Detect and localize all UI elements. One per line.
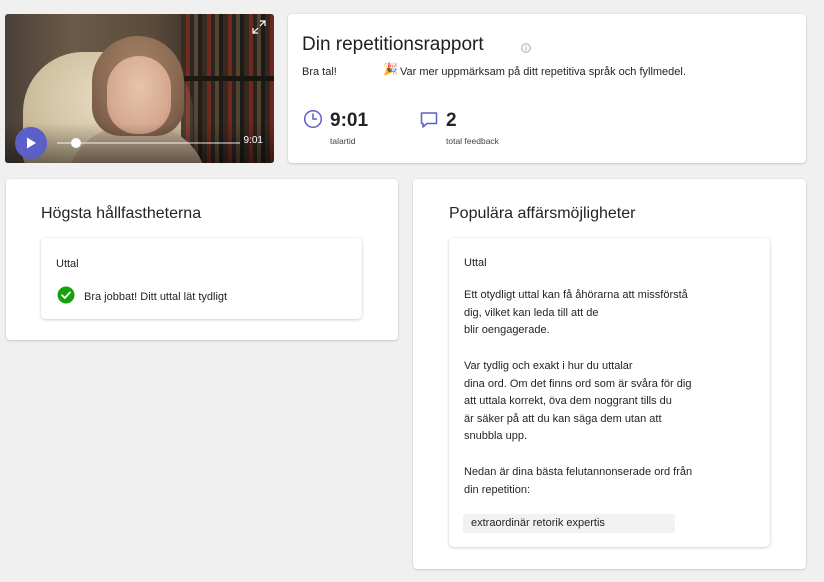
strength-item-text: Bra jobbat! Ditt uttal lät tydligt xyxy=(84,291,228,303)
speaking-time-value: 9:01 xyxy=(330,110,369,131)
speaking-time-label: talartid xyxy=(330,136,356,146)
opportunity-paragraph-2: Var tydlig och exakt i hur du uttalar di… xyxy=(464,360,692,442)
report-card: Din repetitionsrapport Bra tal! 🎉 Var me… xyxy=(288,14,806,163)
opportunities-title: Populära affärsmöjligheter xyxy=(449,205,636,222)
clock-icon xyxy=(303,109,323,134)
party-popper-icon: 🎉 xyxy=(383,62,398,76)
mispronounced-words-chip: extraordinär retorik expertis xyxy=(463,514,675,533)
strengths-title: Högsta hållfastheterna xyxy=(41,205,202,222)
play-icon xyxy=(27,137,36,149)
page-title: Din repetitionsrapport xyxy=(302,34,484,55)
checkmark-circle-icon xyxy=(57,286,75,309)
opportunities-card: Populära affärsmöjligheter Uttal Ett oty… xyxy=(413,179,806,569)
praise-text: Bra tal! xyxy=(302,66,337,78)
strength-item-title: Uttal xyxy=(56,258,79,270)
expand-icon[interactable] xyxy=(252,20,266,39)
play-button[interactable] xyxy=(15,127,47,159)
feedback-count-value: 2 xyxy=(446,110,457,131)
mispronounced-word: extraordinär retorik expertis xyxy=(471,517,605,529)
video-scrubber-track[interactable] xyxy=(57,142,240,144)
opportunity-paragraph-3: Nedan är dina bästa felutannonserade ord… xyxy=(464,466,693,496)
opportunity-item-title: Uttal xyxy=(464,257,487,269)
feedback-count-label: total feedback xyxy=(446,136,499,146)
strength-item: Uttal Bra jobbat! Ditt uttal lät tydligt xyxy=(41,238,362,319)
info-icon[interactable] xyxy=(521,40,531,58)
strengths-card: Högsta hållfastheterna Uttal Bra jobbat!… xyxy=(6,179,398,340)
opportunity-paragraph-1: Ett otydligt uttal kan få åhörarna att m… xyxy=(464,289,688,336)
chat-bubble-icon xyxy=(419,110,439,135)
advice-text: Var mer uppmärksam på ditt repetitiva sp… xyxy=(400,66,686,78)
video-player[interactable]: 9:01 xyxy=(5,14,274,163)
video-duration: 9:01 xyxy=(243,135,263,146)
opportunity-item: Uttal Ett otydligt uttal kan få åhörarna… xyxy=(449,238,770,547)
